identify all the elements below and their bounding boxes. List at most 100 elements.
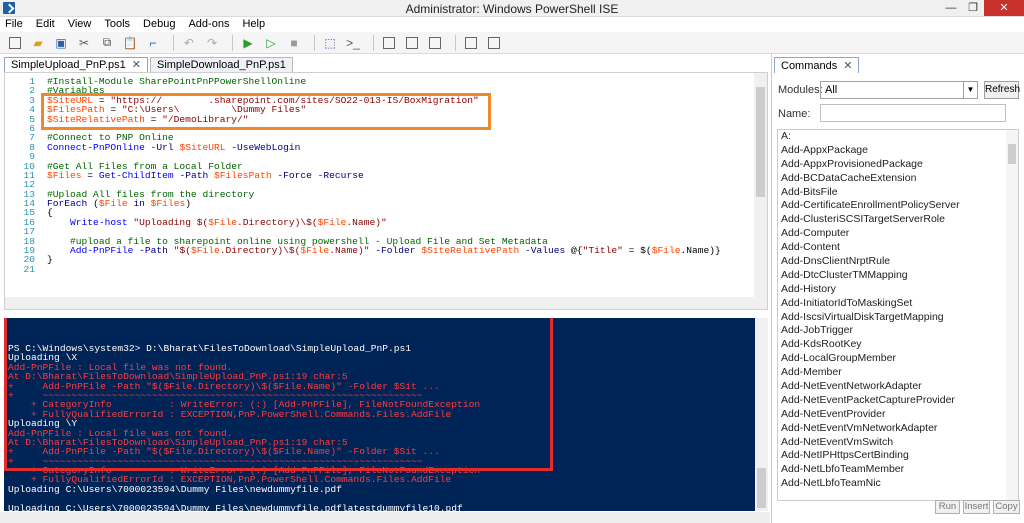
commands-list[interactable]: A: Add-AppxPackage Add-AppxProvisionedPack… — [777, 129, 1019, 501]
command-item[interactable]: Add-BitsFile — [778, 186, 1018, 200]
script-editor[interactable]: 1 2 3 4 5 6 7 8 9 10 11 12 13 14 15 16 17 18 19 20 21 #Insta… — [4, 72, 768, 310]
command-item[interactable]: Add-IscsiVirtualDiskTargetMapping — [778, 311, 1018, 325]
start-powershell-icon[interactable]: >_ — [344, 34, 362, 52]
chevron-down-icon[interactable]: ▼ — [963, 82, 977, 98]
title-bar: Administrator: Windows PowerShell ISE — … — [0, 0, 1024, 17]
menu-tools[interactable]: Tools — [104, 17, 130, 32]
code-line[interactable] — [47, 265, 721, 274]
status-bar — [0, 512, 770, 523]
script-tabs: SimpleUpload_PnP.ps1 ✕ SimpleDownload_PnP… — [4, 57, 295, 72]
commands-addon: Commands ✕ Modules: All ▼ Refresh Name: A… — [771, 54, 1024, 523]
menu-debug[interactable]: Debug — [143, 17, 175, 32]
editor-horizontal-scrollbar[interactable] — [5, 297, 756, 309]
code-line[interactable]: Connect-PnPOnline -Url $SiteURL -UseWebL… — [47, 142, 721, 152]
scroll-thumb[interactable] — [757, 468, 766, 508]
copy-icon[interactable]: ⧉ — [98, 34, 116, 52]
modules-select[interactable]: All ▼ — [820, 81, 978, 99]
show-script-right-icon[interactable] — [403, 34, 421, 52]
console-pane[interactable]: PS C:\Windows\system32> D:\Bharat\FilesT… — [4, 318, 768, 511]
remote-powershell-icon[interactable]: ⬚ — [321, 34, 339, 52]
command-item[interactable]: Add-NetEventVmSwitch — [778, 436, 1018, 450]
clear-console-icon[interactable]: ⌐ — [144, 34, 162, 52]
run-icon[interactable]: ▶ — [239, 34, 257, 52]
modules-label: Modules: — [778, 84, 823, 96]
name-input[interactable] — [820, 104, 1006, 122]
tab-simpledownload[interactable]: SimpleDownload_PnP.ps1 — [149, 57, 293, 72]
console-line: Uploading C:\Users\7000023594\Dummy File… — [8, 483, 342, 495]
code-line[interactable]: ForEach ($File in $Files) — [47, 199, 721, 209]
command-item[interactable]: Add-NetIPHttpsCertBinding — [778, 449, 1018, 463]
scroll-thumb[interactable] — [1008, 144, 1016, 164]
command-item[interactable]: Add-NetLbfoTeamMember — [778, 463, 1018, 477]
tab-label: SimpleUpload_PnP.ps1 — [11, 59, 126, 71]
code-line[interactable]: } — [47, 255, 721, 265]
command-item[interactable]: Add-InitiatorIdToMaskingSet — [778, 297, 1018, 311]
command-item[interactable]: Add-NetEventVmNetworkAdapter — [778, 422, 1018, 436]
command-item[interactable]: Add-Member — [778, 366, 1018, 380]
console-scrollbar[interactable] — [755, 318, 768, 511]
stop-icon[interactable]: ■ — [285, 34, 303, 52]
show-script-top-icon[interactable] — [380, 34, 398, 52]
line-number: 21 — [23, 263, 35, 275]
code-line[interactable]: $Files = Get-ChildItem -Path $FilesPath … — [47, 170, 721, 180]
undo-icon[interactable]: ↶ — [180, 34, 198, 52]
open-folder-icon[interactable]: ▰ — [29, 34, 47, 52]
command-item[interactable]: Add-AppxProvisionedPackage — [778, 158, 1018, 172]
command-item[interactable]: Add-JobTrigger — [778, 324, 1018, 338]
menu-view[interactable]: View — [68, 17, 92, 32]
show-command-addon-icon[interactable] — [485, 34, 503, 52]
tab-label: Commands — [781, 60, 838, 72]
tab-commands[interactable]: Commands ✕ — [774, 57, 860, 73]
run-selection-icon[interactable]: ▷ — [262, 34, 280, 52]
redo-icon[interactable]: ↷ — [203, 34, 221, 52]
tab-simpleupload[interactable]: SimpleUpload_PnP.ps1 ✕ — [4, 57, 148, 72]
menu-help[interactable]: Help — [242, 17, 265, 32]
command-item[interactable]: Add-BCDataCacheExtension — [778, 172, 1018, 186]
code-line[interactable]: Add-PnPFile -Path "$($File.Directory)\$(… — [47, 246, 721, 256]
minimize-icon[interactable]: — — [940, 0, 962, 16]
paste-icon[interactable]: 📋 — [121, 34, 139, 52]
copy-button[interactable]: Copy — [993, 500, 1020, 514]
command-item[interactable]: Add-Content — [778, 241, 1018, 255]
console-line: Uploading C:\Users\7000023594\Dummy File… — [8, 502, 463, 511]
modules-value: All — [825, 84, 838, 96]
run-button[interactable]: Run — [935, 500, 960, 514]
restore-icon[interactable]: ❐ — [962, 0, 984, 16]
refresh-button[interactable]: Refresh — [984, 81, 1020, 99]
code-line[interactable]: Write-host "Uploading $($File.Directory)… — [47, 218, 721, 228]
command-item[interactable]: Add-NetLbfoTeamNic — [778, 477, 1018, 491]
command-item[interactable]: Add-NetEventNetworkAdapter — [778, 380, 1018, 394]
cut-icon[interactable]: ✂ — [75, 34, 93, 52]
command-item[interactable]: Add-History — [778, 283, 1018, 297]
command-item[interactable]: Add-Computer — [778, 227, 1018, 241]
command-item[interactable]: Add-DnsClientNrptRule — [778, 255, 1018, 269]
toolbar: ▰ ▣ ✂ ⧉ 📋 ⌐ ↶ ↷ ▶ ▷ ■ ⬚ >_ — [0, 32, 1024, 54]
menu-add-ons[interactable]: Add-ons — [188, 17, 229, 32]
command-item[interactable]: Add-DtcClusterTMMapping — [778, 269, 1018, 283]
code-line[interactable]: #Install-Module SharePointPnPPowerShellO… — [47, 77, 721, 87]
command-item[interactable]: Add-CertificateEnrollmentPolicyServer — [778, 199, 1018, 213]
line-numbers: 1 2 3 4 5 6 7 8 9 10 11 12 13 14 15 16 17 18 19 20 21 — [5, 76, 35, 275]
close-commands-icon[interactable]: ✕ — [843, 60, 852, 72]
show-command-window-icon[interactable] — [462, 34, 480, 52]
command-item[interactable]: Add-LocalGroupMember — [778, 352, 1018, 366]
menu-edit[interactable]: Edit — [36, 17, 55, 32]
command-item[interactable]: Add-KdsRootKey — [778, 338, 1018, 352]
menu-file[interactable]: File — [5, 17, 23, 32]
command-item[interactable]: Add-NetEventPacketCaptureProvider — [778, 394, 1018, 408]
show-script-max-icon[interactable] — [426, 34, 444, 52]
scroll-thumb[interactable] — [756, 87, 765, 197]
highlight-box-variables — [41, 93, 491, 130]
command-item[interactable]: Add-NetEventProvider — [778, 408, 1018, 422]
insert-button[interactable]: Insert — [963, 500, 990, 514]
tab-label: SimpleDownload_PnP.ps1 — [156, 59, 286, 71]
commands-scrollbar[interactable] — [1006, 130, 1018, 500]
command-item[interactable]: A: — [778, 130, 1018, 144]
new-file-icon[interactable] — [6, 34, 24, 52]
command-item[interactable]: Add-AppxPackage — [778, 144, 1018, 158]
save-icon[interactable]: ▣ — [52, 34, 70, 52]
close-icon[interactable]: ✕ — [984, 0, 1024, 16]
command-item[interactable]: Add-ClusteriSCSITargetServerRole — [778, 213, 1018, 227]
editor-vertical-scrollbar[interactable] — [754, 73, 767, 309]
close-tab-icon[interactable]: ✕ — [132, 59, 141, 71]
